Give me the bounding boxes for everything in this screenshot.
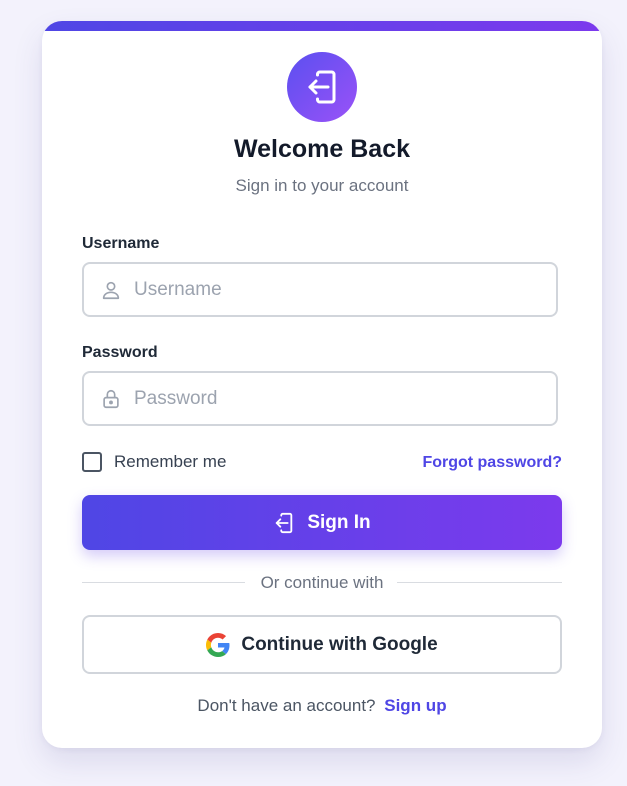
remember-me-row: Remember me (82, 452, 226, 472)
page-subtitle: Sign in to your account (235, 176, 409, 195)
divider-text: Or continue with (260, 573, 384, 592)
user-icon (102, 281, 120, 300)
logo-badge (287, 52, 357, 122)
google-sign-in-button[interactable]: Continue with Google (82, 615, 562, 674)
remember-me-label: Remember me (114, 452, 227, 471)
password-field-wrapper (82, 371, 558, 426)
username-field-wrapper (82, 262, 558, 317)
password-label: Password (82, 344, 158, 361)
google-button-label: Continue with Google (241, 633, 438, 655)
remember-me-checkbox[interactable] (82, 452, 102, 472)
login-card: Welcome Back Sign in to your account Use… (42, 21, 602, 748)
lock-icon (103, 389, 119, 409)
password-input[interactable] (134, 373, 544, 424)
page-title: Welcome Back (233, 135, 410, 163)
sign-in-icon (276, 512, 293, 533)
sign-in-icon (308, 70, 336, 104)
forgot-password-link[interactable]: Forgot password? (422, 454, 562, 472)
card-accent-bar (42, 21, 602, 31)
sign-up-link[interactable]: Sign up (384, 696, 446, 715)
username-label: Username (82, 235, 160, 252)
google-icon (206, 632, 230, 657)
signup-prompt-text: Don't have an account? (197, 696, 376, 715)
sign-in-button[interactable]: Sign In (82, 495, 562, 550)
sign-in-button-label: Sign In (307, 511, 371, 533)
signup-prompt: Don't have an account? Sign up (42, 696, 602, 716)
username-input[interactable] (134, 264, 544, 315)
